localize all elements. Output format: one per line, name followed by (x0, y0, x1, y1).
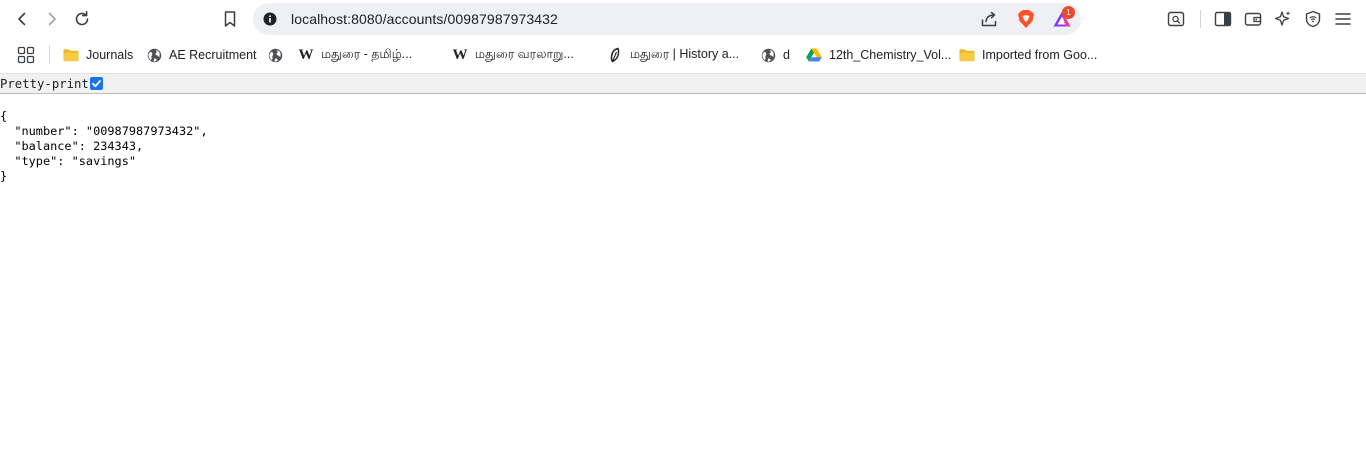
bookmark-d[interactable]: d (760, 44, 790, 66)
bookmark-page-button[interactable] (216, 5, 244, 33)
apps-grid-icon (17, 46, 35, 64)
leaf-icon (607, 47, 623, 63)
folder-icon (63, 47, 79, 63)
wikipedia-icon: W (452, 47, 468, 63)
bookmark-label: AE Recruitment (169, 48, 257, 62)
rewards-count-badge: 1 (1062, 6, 1075, 19)
bookmark-madurai-history-wiki[interactable]: W மதுரை வரலாறு... (452, 44, 574, 66)
bookmark-label: மதுரை - தமிழ்... (321, 47, 413, 61)
json-viewer: { "number": "00987987973432", "balance":… (0, 109, 208, 184)
bookmark-icon (224, 11, 236, 27)
hamburger-menu-icon (1335, 13, 1351, 25)
leo-ai-button[interactable] (1269, 5, 1297, 33)
info-icon (263, 12, 277, 26)
back-button[interactable] (8, 5, 36, 33)
bookmark-label: 12th_Chemistry_Vol... (829, 48, 952, 62)
globe-icon (267, 47, 283, 63)
reload-button[interactable] (68, 5, 96, 33)
json-line: } (0, 169, 8, 183)
sidebar-button[interactable] (1209, 5, 1237, 33)
brave-shields-button[interactable] (1015, 8, 1037, 30)
sidebar-icon (1214, 11, 1232, 27)
bookmarks-bar: Journals AE Recruitment W மதுரை - தமிழ்.… (0, 38, 1366, 72)
bookmark-label: Imported from Goo... (982, 48, 1098, 62)
pretty-print-bar: Pretty-print (0, 73, 1366, 94)
bookmarks-separator (49, 46, 50, 64)
chevron-left-icon (18, 12, 26, 26)
folder-icon (959, 47, 975, 63)
share-icon (981, 11, 997, 27)
bookmark-label: மதுரை | History a... (630, 47, 740, 61)
url-text[interactable]: localhost:8080/accounts/00987987973432 (291, 3, 558, 35)
forward-button[interactable] (38, 5, 66, 33)
checkmark-icon (92, 80, 101, 88)
bookmark-12th-chemistry[interactable]: 12th_Chemistry_Vol... (806, 44, 951, 66)
bookmark-ae-recruitment[interactable]: AE Recruitment (146, 44, 257, 66)
json-line: "number": "00987987973432", (0, 124, 208, 138)
wikipedia-icon: W (298, 47, 314, 63)
apps-button[interactable] (15, 44, 37, 66)
site-info-button[interactable] (261, 10, 279, 28)
json-line: "balance": 234343, (0, 139, 144, 153)
bookmark-label: d (783, 48, 790, 62)
globe-icon (146, 47, 162, 63)
pretty-print-label: Pretty-print (0, 77, 89, 91)
pretty-print-checkbox[interactable] (90, 77, 103, 90)
bookmark-madurai-history[interactable]: மதுரை | History a... (607, 44, 739, 66)
reader-icon (1167, 11, 1185, 27)
json-line: { (0, 109, 8, 123)
bookmark-label: Journals (86, 48, 134, 62)
wallet-button[interactable] (1239, 5, 1267, 33)
reload-icon (75, 11, 89, 26)
vpn-button[interactable] (1299, 5, 1327, 33)
globe-icon (760, 47, 776, 63)
main-menu-button[interactable] (1329, 5, 1357, 33)
google-drive-icon (806, 47, 822, 63)
chevron-right-icon (48, 12, 56, 26)
sparkle-icon (1274, 11, 1291, 26)
bookmark-label: மதுரை வரலாறு... (475, 47, 574, 61)
toolbar-divider (1200, 10, 1201, 28)
shield-wifi-icon (1305, 10, 1321, 28)
bookmark-imported-folder[interactable]: Imported from Goo... (959, 44, 1097, 66)
wallet-icon (1244, 12, 1262, 26)
bookmark-journals[interactable]: Journals (63, 44, 133, 66)
share-button[interactable] (978, 9, 1000, 29)
reading-mode-button[interactable] (1162, 5, 1190, 33)
json-line: "type": "savings" (0, 154, 137, 168)
brave-lion-icon (1018, 10, 1034, 28)
address-bar[interactable]: localhost:8080/accounts/00987987973432 1 (253, 3, 1081, 35)
bookmark-globe[interactable] (267, 44, 290, 66)
bookmark-madurai-tamil-wiki[interactable]: W மதுரை - தமிழ்... (298, 44, 413, 66)
browser-toolbar: localhost:8080/accounts/00987987973432 1 (0, 0, 1366, 38)
